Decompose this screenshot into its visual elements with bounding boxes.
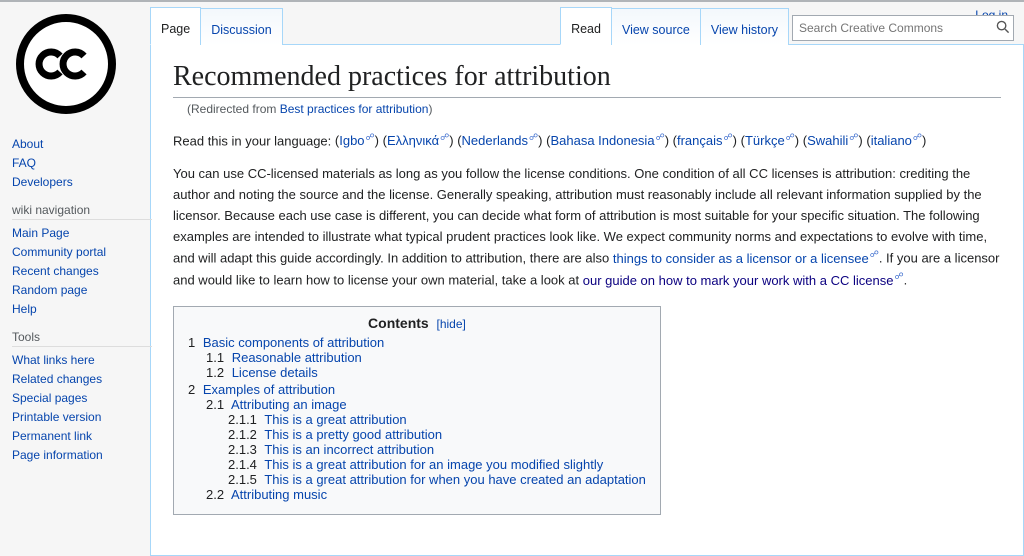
sidebar-item[interactable]: Printable version [12,410,101,424]
redirected-link[interactable]: Best practices for attribution [280,102,429,116]
external-link-icon: ☍ [724,132,733,142]
considerations-link[interactable]: things to consider as a licensor or a li… [613,251,879,266]
toc-link[interactable]: Attributing music [231,487,327,502]
lang-link[interactable]: italiano [871,133,912,148]
sidebar-item[interactable]: Random page [12,283,87,297]
toc-link[interactable]: This is a great attribution [264,412,406,427]
cc-logo-icon [16,14,116,114]
toc-link[interactable]: Reasonable attribution [232,350,362,365]
lang-prefix: Read this in your language: [173,133,335,148]
sidebar-item[interactable]: Page information [12,448,103,462]
sidebar-item[interactable]: Main Page [12,226,69,240]
external-link-icon: ☍ [529,132,538,142]
main-content: Recommended practices for attribution (R… [150,45,1024,556]
logo-link[interactable] [16,102,116,117]
search-icon[interactable] [993,20,1013,37]
sidebar-item[interactable]: Community portal [12,245,106,259]
language-line: Read this in your language: (Igbo☍) (Ελλ… [173,130,1001,152]
external-link-icon: ☍ [849,132,858,142]
toc-hide-link[interactable]: [hide] [436,317,465,331]
lang-link[interactable]: Türkçe [745,133,785,148]
toc-link[interactable]: This is an incorrect attribution [264,442,434,457]
sidebar-item[interactable]: Special pages [12,391,87,405]
external-link-icon: ☍ [870,249,879,259]
external-link-icon: ☍ [440,132,449,142]
toc-link[interactable]: License details [232,365,318,380]
sidebar-item[interactable]: FAQ [12,156,36,170]
external-link-icon: ☍ [913,132,922,142]
tab-row: PageDiscussion ReadView sourceView histo… [150,2,1024,45]
external-link-icon: ☍ [786,132,795,142]
sidebar: About FAQ Developers wiki navigation Main … [0,2,152,472]
sidebar-primary: About FAQ Developers [12,135,152,193]
toc-link[interactable]: This is a great attribution for an image… [264,457,603,472]
toc-link[interactable]: This is a pretty good attribution [264,427,442,442]
tab-read[interactable]: Read [560,7,612,45]
tab-page[interactable]: Page [150,7,201,45]
redirected-from: (Redirected from Best practices for attr… [187,102,1001,116]
lang-link[interactable]: Swahili [807,133,848,148]
tab-view-history[interactable]: View history [700,8,789,45]
search-box [792,15,1014,41]
lang-link[interactable]: Ελληνικά [387,133,439,148]
tab-view-source[interactable]: View source [611,8,701,45]
sidebar-item[interactable]: Developers [12,175,73,189]
page-title: Recommended practices for attribution [173,61,1001,98]
lang-link[interactable]: Bahasa Indonesia [550,133,654,148]
toc-link[interactable]: This is a great attribution for when you… [264,472,646,487]
toc-link[interactable]: Basic components of attribution [203,335,384,350]
table-of-contents: Contents [hide] 1 Basic components of at… [173,306,661,515]
sidebar-item[interactable]: About [12,137,43,151]
intro-paragraph: You can use CC-licensed materials as lon… [173,164,1001,291]
lang-link[interactable]: Nederlands [462,133,529,148]
tab-discussion[interactable]: Discussion [200,8,282,45]
toc-link[interactable]: Examples of attribution [203,382,335,397]
sidebar-tools-heading: Tools [12,330,152,347]
lang-link[interactable]: Igbo [339,133,364,148]
sidebar-item[interactable]: Related changes [12,372,102,386]
external-link-icon: ☍ [366,132,375,142]
sidebar-item[interactable]: Recent changes [12,264,99,278]
search-input[interactable] [793,21,993,35]
lang-link[interactable]: français [677,133,723,148]
toc-heading: Contents [368,315,429,331]
sidebar-item[interactable]: Permanent link [12,429,92,443]
sidebar-item[interactable]: What links here [12,353,95,367]
external-link-icon: ☍ [894,271,903,281]
sidebar-item[interactable]: Help [12,302,37,316]
toc-link[interactable]: Attributing an image [231,397,347,412]
sidebar-nav-heading: wiki navigation [12,203,152,220]
external-link-icon: ☍ [656,132,665,142]
marking-guide-link[interactable]: our guide on how to mark your work with … [583,273,904,288]
